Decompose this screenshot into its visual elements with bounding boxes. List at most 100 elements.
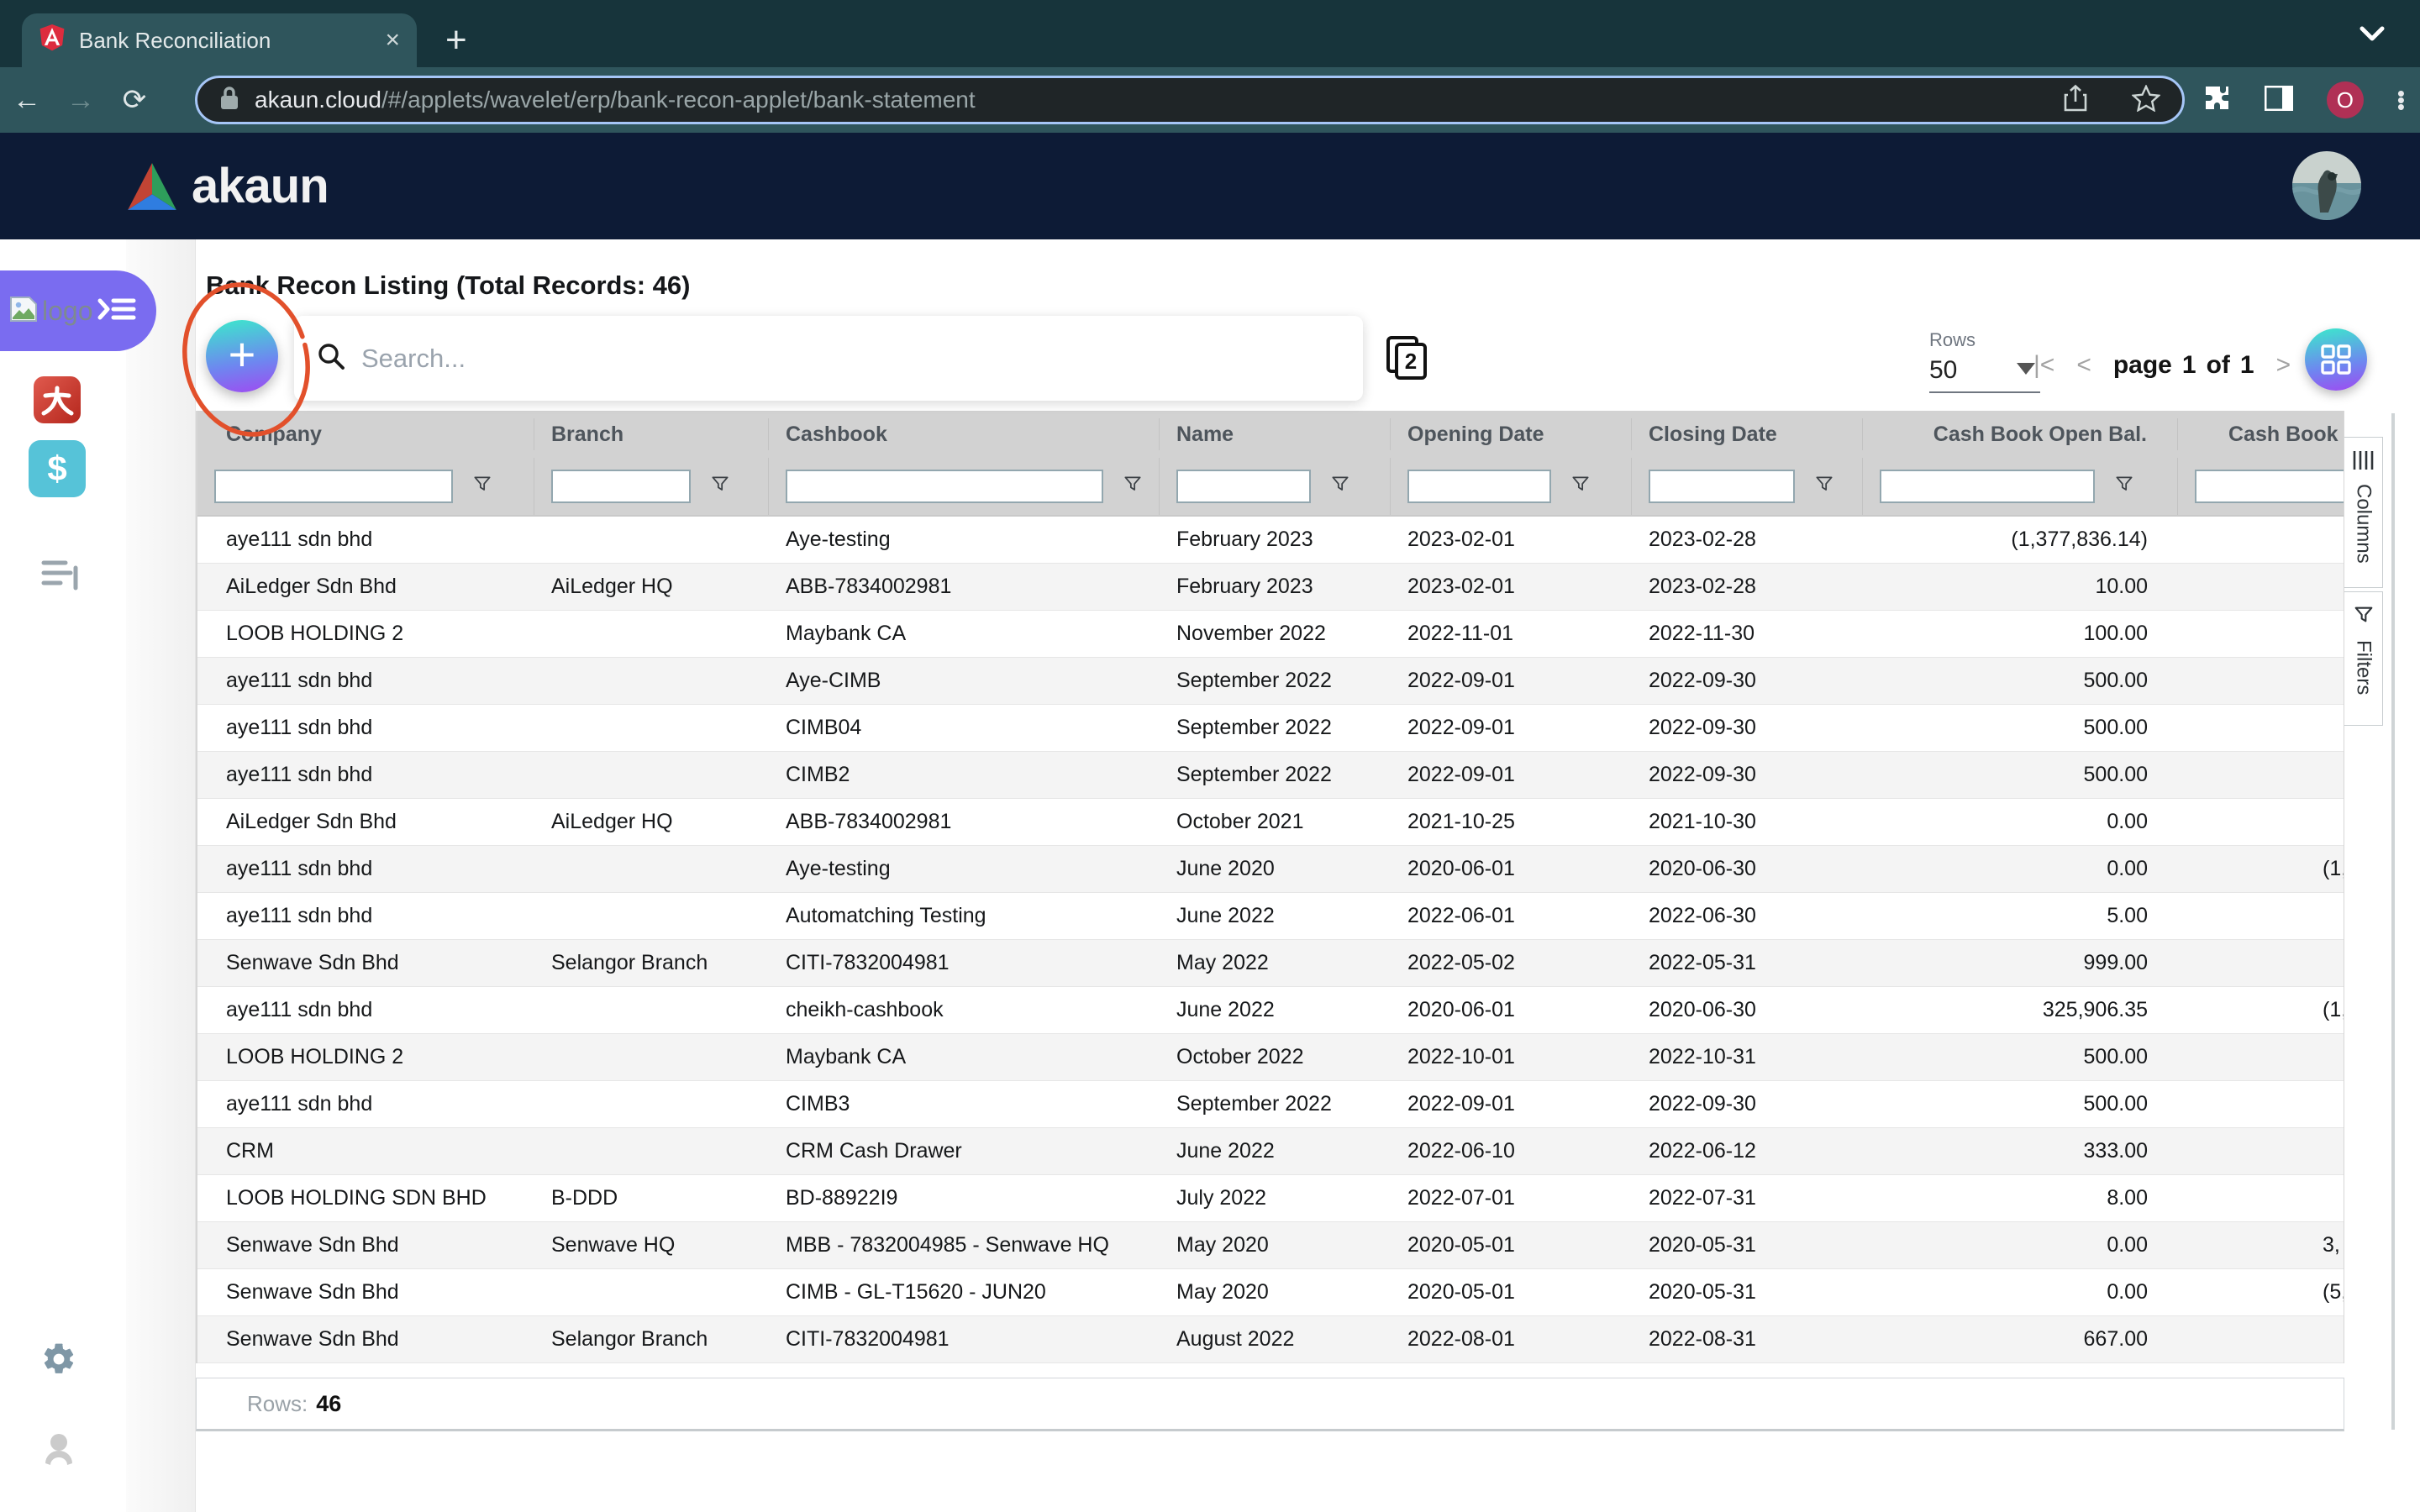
copy-pages-icon[interactable]: 2 [1385,334,1428,386]
first-page-button[interactable]: |< [2033,351,2054,380]
table-row[interactable]: Senwave Sdn BhdSenwave HQMBB - 783200498… [197,1222,2344,1269]
cell-name: October 2021 [1160,810,1391,834]
filter-cell-opening_date [1391,458,1632,515]
user-avatar[interactable] [2292,151,2361,220]
tab-close-icon[interactable]: × [385,28,400,53]
cell-open_bal: 100.00 [1863,622,2178,646]
table-row[interactable]: aye111 sdn bhdCIMB04September 20222022-0… [197,705,2344,752]
new-tab-button[interactable]: + [445,22,467,59]
table-row[interactable]: AiLedger Sdn BhdAiLedger HQABB-783400298… [197,799,2344,846]
table-row[interactable]: Senwave Sdn BhdSelangor BranchCITI-78320… [197,1316,2344,1363]
profile-person-icon[interactable] [40,1430,77,1471]
filter-input-cashbook[interactable] [786,470,1103,503]
pagination: |< < page 1 of 1 > >| [2033,351,2333,380]
cell-name: October 2022 [1160,1045,1391,1069]
back-button[interactable]: ← [0,84,54,117]
cell-opening_date: 2022-06-01 [1391,904,1632,928]
filter-funnel-icon[interactable] [1570,473,1591,501]
browser-tab[interactable]: Bank Reconciliation × [22,13,417,67]
select-caret-icon [2017,363,2035,375]
cell-opening_date: 2020-05-01 [1391,1280,1632,1305]
cell-open_bal: 5.00 [1863,904,2178,928]
filter-funnel-icon[interactable] [1122,473,1144,501]
tab-search-chevron-icon[interactable] [2358,24,2386,48]
add-record-button[interactable]: + [206,320,278,392]
cell-company: LOOB HOLDING 2 [197,1045,534,1069]
logo-alt-text: logo [42,296,93,327]
broken-image-icon [8,296,39,327]
table-row[interactable]: Senwave Sdn BhdCIMB - GL-T15620 - JUN20M… [197,1269,2344,1316]
filter-input-company[interactable] [214,470,453,503]
share-icon[interactable] [2063,84,2088,117]
sidebar-item-bank-applet[interactable]: $ [29,440,86,497]
cell-cashbook: Maybank CA [769,622,1160,646]
table-row[interactable]: LOOB HOLDING SDN BHDB-DDDBD-88922I9July … [197,1175,2344,1222]
filter-input-branch[interactable] [551,470,691,503]
table-row[interactable]: CRMCRM Cash DrawerJune 20222022-06-10202… [197,1128,2344,1175]
browser-menu-icon[interactable]: ••• [2397,90,2405,110]
cell-company: Senwave Sdn Bhd [197,1233,534,1257]
tab-columns[interactable]: Columns [2344,437,2383,588]
rows-per-page-select[interactable]: Rows 50 [1929,329,2040,393]
browser-profile-avatar[interactable]: O [2327,81,2364,118]
sidebar-collapse-icon[interactable] [97,295,136,328]
table-row[interactable]: aye111 sdn bhdCIMB2September 20222022-09… [197,752,2344,799]
sidebar-logo-pill[interactable]: logo [0,270,156,351]
tab-filters[interactable]: Filters [2344,591,2383,726]
filter-funnel-icon[interactable] [709,473,731,501]
filter-input-opening_date[interactable] [1407,470,1551,503]
table-row[interactable]: Senwave Sdn BhdSelangor BranchCITI-78320… [197,940,2344,987]
table-row[interactable]: aye111 sdn bhdAye-testingFebruary 202320… [197,517,2344,564]
table-row[interactable]: aye111 sdn bhdCIMB3September 20222022-09… [197,1081,2344,1128]
browser-tab-strip: Bank Reconciliation × + [0,0,2420,67]
search-box[interactable] [294,316,1363,401]
filter-input-name[interactable] [1176,470,1311,503]
filter-funnel-icon[interactable] [1813,473,1835,501]
sidebar-item-listing[interactable] [40,554,81,596]
settings-gear-icon[interactable] [40,1341,77,1382]
sidebar-item-red-app[interactable] [34,376,81,423]
cell-closing_date: 2022-06-30 [1632,904,1863,928]
filter-input-open_bal[interactable] [1880,470,2095,503]
side-panel-icon[interactable] [2265,86,2293,115]
cell-closing_date: 2022-09-30 [1632,763,1863,787]
cell-opening_date: 2022-09-01 [1391,669,1632,693]
filter-funnel-icon[interactable] [1329,473,1351,501]
filter-funnel-icon[interactable] [471,473,493,501]
filter-cell-closing_date [1632,458,1863,515]
forward-button[interactable]: → [54,84,108,117]
table-row[interactable]: aye111 sdn bhdAutomatching TestingJune 2… [197,893,2344,940]
table-row[interactable]: LOOB HOLDING 2Maybank CANovember 2022202… [197,611,2344,658]
table-row[interactable]: aye111 sdn bhdAye-testingJune 20202020-0… [197,846,2344,893]
bookmark-star-icon[interactable] [2132,85,2160,116]
table-row[interactable]: AiLedger Sdn BhdAiLedger HQABB-783400298… [197,564,2344,611]
vertical-scrollbar[interactable] [2391,413,2395,1430]
reload-button[interactable]: ⟳ [108,83,161,117]
url-bar[interactable]: akaun.cloud/#/applets/wavelet/erp/bank-r… [195,76,2185,124]
filter-input-closing_date[interactable] [1649,470,1795,503]
cell-opening_date: 2020-06-01 [1391,998,1632,1022]
table-row[interactable]: aye111 sdn bhdcheikh-cashbookJune 202220… [197,987,2344,1034]
cell-company: aye111 sdn bhd [197,763,534,787]
filter-input-overflow[interactable] [2195,470,2344,503]
table-row[interactable]: aye111 sdn bhdAye-CIMBSeptember 20222022… [197,658,2344,705]
cell-cashbook: Maybank CA [769,1045,1160,1069]
cell-overflow: (1,0 [2178,998,2344,1022]
filter-funnel-icon[interactable] [2113,473,2135,501]
table-row[interactable]: LOOB HOLDING 2Maybank CAOctober 20222022… [197,1034,2344,1081]
column-header-closing_date: Closing Date [1632,418,1863,450]
prev-page-button[interactable]: < [2076,351,2091,380]
cell-opening_date: 2022-08-01 [1391,1327,1632,1352]
cell-name: September 2022 [1160,1092,1391,1116]
extensions-puzzle-icon[interactable] [2202,84,2231,117]
grid-view-button[interactable] [2305,328,2367,391]
cell-closing_date: 2020-05-31 [1632,1233,1863,1257]
cell-company: LOOB HOLDING SDN BHD [197,1186,534,1210]
page-total: 1 [2240,351,2254,380]
next-page-button[interactable]: > [2276,351,2291,380]
search-input[interactable] [360,343,1341,375]
cell-branch: AiLedger HQ [534,810,769,834]
cell-cashbook: BD-88922I9 [769,1186,1160,1210]
screen: Bank Reconciliation × + ← → ⟳ akaun.clou… [0,0,2420,1512]
cell-opening_date: 2022-09-01 [1391,716,1632,740]
